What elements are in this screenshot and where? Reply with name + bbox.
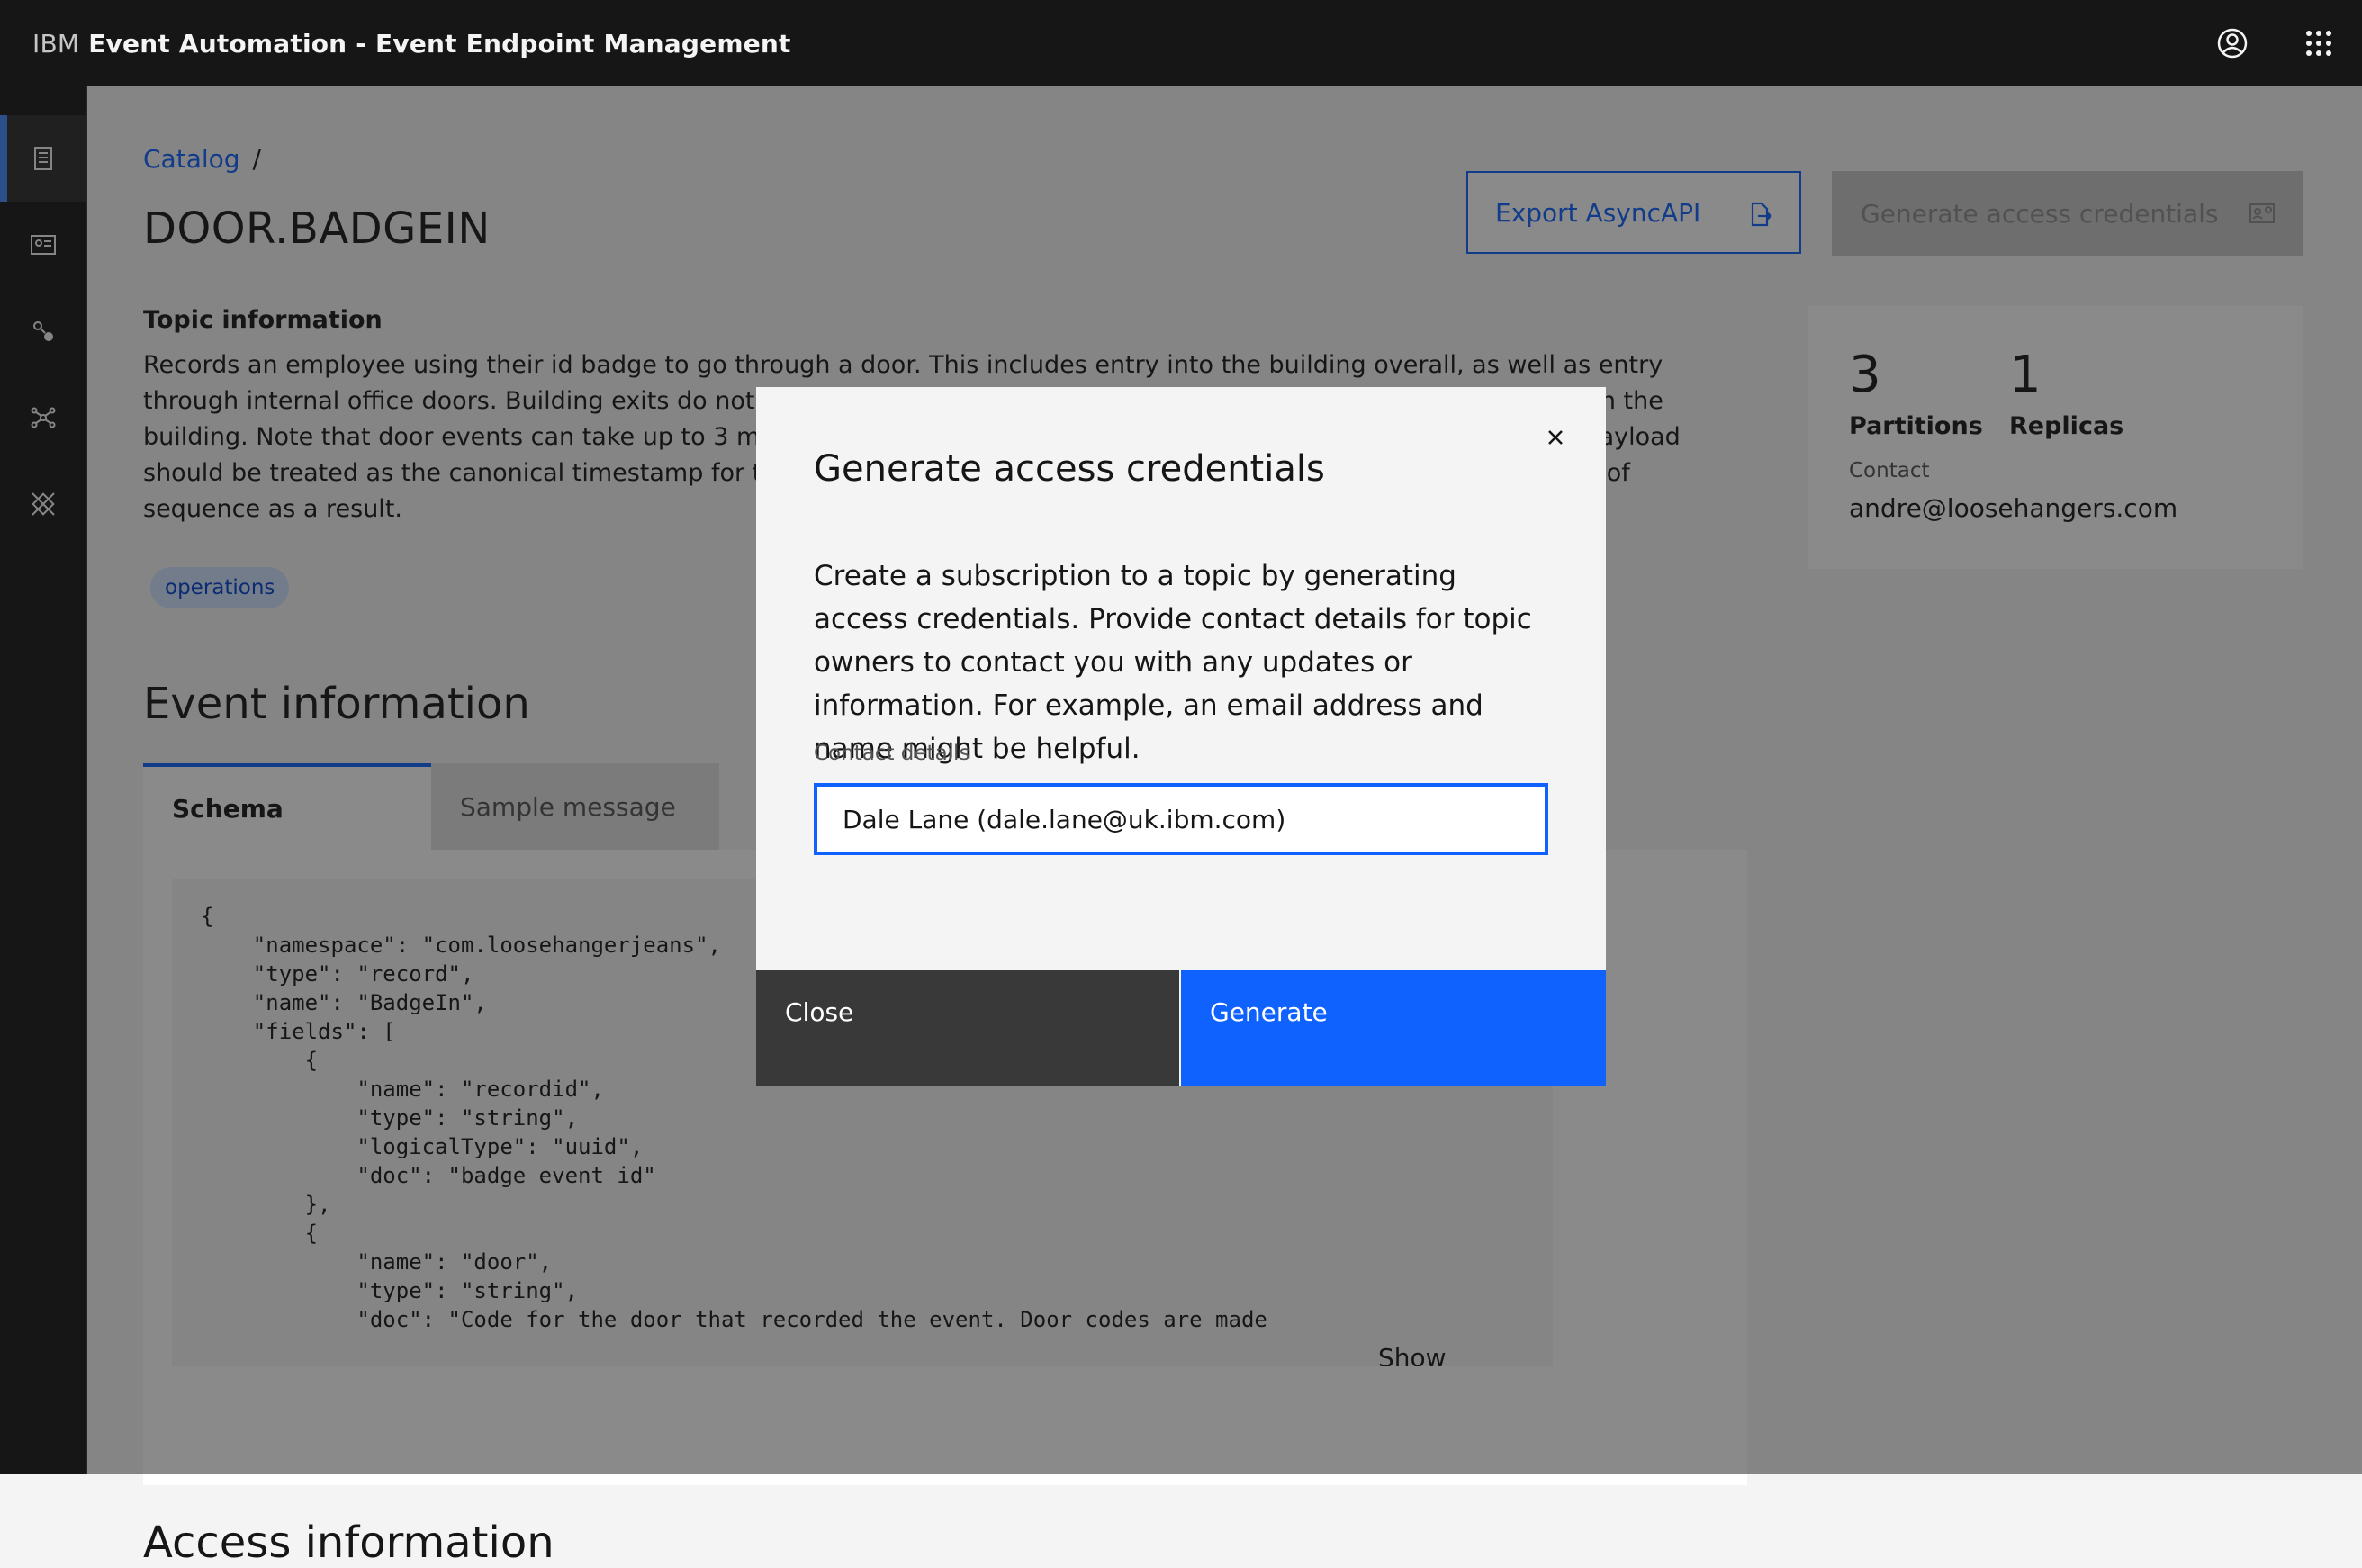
modal-footer: Close Generate	[756, 970, 1606, 1086]
nav-expand-button[interactable]	[22, 1494, 65, 1537]
generate-credentials-modal: Generate access credentials Create a sub…	[756, 387, 1606, 1086]
app-switcher-icon[interactable]	[2297, 22, 2340, 65]
access-information-heading: Access information	[143, 1518, 554, 1568]
close-icon	[1548, 430, 1563, 445]
brand-product-name: Event Automation - Event Endpoint Manage…	[88, 28, 791, 59]
app-brand[interactable]: IBM Event Automation - Event Endpoint Ma…	[32, 0, 791, 86]
modal-body-text: Create a subscription to a topic by gene…	[814, 560, 1532, 765]
generate-button[interactable]: Generate	[1181, 970, 1606, 1086]
modal-title: Generate access credentials	[814, 448, 1325, 490]
chevron-right-icon	[40, 1509, 49, 1523]
user-avatar-icon[interactable]	[2211, 22, 2254, 65]
contact-details-label: Contact details	[814, 742, 970, 765]
modal-close-button[interactable]	[1527, 409, 1584, 466]
contact-details-input[interactable]	[814, 783, 1548, 855]
close-button[interactable]: Close	[756, 970, 1179, 1086]
brand-prefix: IBM	[32, 28, 80, 59]
app-header: IBM Event Automation - Event Endpoint Ma…	[0, 0, 2362, 86]
